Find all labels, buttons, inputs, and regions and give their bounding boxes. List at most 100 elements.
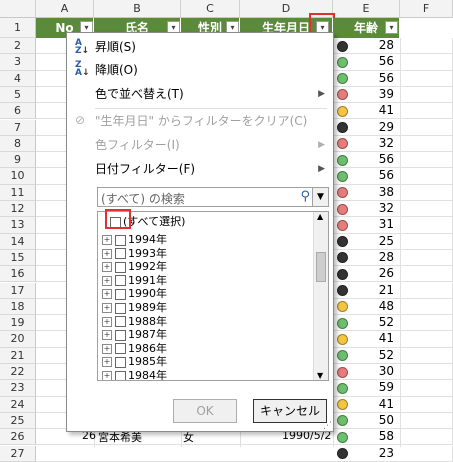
expand-icon[interactable]: +	[102, 248, 112, 259]
age-cell: 56	[378, 54, 394, 69]
status-dot-icon	[337, 317, 348, 329]
sort-ascending-icon: A Z↓	[75, 38, 90, 56]
row-header[interactable]: 11	[0, 184, 36, 201]
row-header[interactable]: 2	[0, 38, 36, 55]
row-header[interactable]: 19	[0, 315, 36, 332]
menu-date-filter[interactable]: 日付フィルター(F) ▶	[95, 159, 325, 179]
search-dropdown-button[interactable]: ▼	[312, 188, 328, 206]
expand-icon[interactable]: +	[102, 343, 112, 354]
filter-search-box[interactable]: (すべて) の検索 ⚲ ▼	[97, 187, 329, 207]
column-header-a[interactable]: A	[36, 0, 94, 18]
menu-separator	[95, 108, 327, 109]
row-header[interactable]: 7	[0, 119, 36, 136]
menu-sort-descending[interactable]: 降順(O)	[95, 60, 325, 80]
row-header[interactable]: 14	[0, 233, 36, 250]
status-dot-icon	[337, 154, 348, 166]
age-cell: 48	[378, 298, 394, 313]
status-dot-icon	[337, 40, 348, 52]
expand-icon[interactable]: +	[102, 330, 112, 341]
expand-icon[interactable]: +	[102, 357, 112, 368]
expand-icon[interactable]: +	[102, 275, 112, 286]
submenu-arrow-icon: ▶	[318, 164, 325, 174]
expand-icon[interactable]: +	[102, 303, 112, 313]
row-header[interactable]: 6	[0, 103, 36, 120]
row-header[interactable]: 26	[0, 429, 36, 446]
row-header[interactable]: 4	[0, 70, 36, 87]
checkbox[interactable]	[115, 329, 126, 341]
row-header[interactable]: 8	[0, 135, 36, 153]
checkbox[interactable]	[115, 288, 126, 300]
row-header[interactable]: 10	[0, 168, 36, 185]
row-header[interactable]: 9	[0, 152, 36, 169]
row-header[interactable]: 12	[0, 201, 36, 218]
age-cell: 31	[378, 217, 394, 232]
filter-button-age[interactable]: ▾	[385, 21, 398, 34]
select-all-corner[interactable]	[0, 0, 36, 18]
checkbox[interactable]	[115, 370, 126, 380]
age-cell: 28	[378, 38, 394, 52]
age-cell: 41	[378, 396, 394, 411]
row-header[interactable]: 25	[0, 412, 36, 430]
checkbox[interactable]	[115, 234, 126, 246]
row-header[interactable]: 18	[0, 298, 36, 316]
column-header-e[interactable]: E	[333, 0, 400, 18]
expand-icon[interactable]: +	[102, 371, 112, 380]
scroll-up-icon[interactable]: ▲	[317, 212, 323, 221]
age-cell: 41	[378, 103, 394, 118]
tree-scrollbar[interactable]: ▲ ▼	[313, 212, 328, 380]
expand-icon[interactable]: +	[102, 235, 112, 245]
select-all-highlight	[105, 209, 131, 229]
column-header-c[interactable]: C	[181, 0, 240, 18]
row-header[interactable]: 3	[0, 54, 36, 71]
age-cell: 29	[378, 119, 394, 134]
checkbox[interactable]	[115, 275, 126, 287]
expand-icon[interactable]: +	[102, 316, 112, 327]
age-cell: 38	[378, 184, 394, 199]
status-dot-icon	[337, 56, 348, 68]
row-header[interactable]: 17	[0, 282, 36, 299]
menu-color-filter[interactable]: 色フィルター(I) ▶	[95, 135, 325, 155]
row-header[interactable]: 27	[0, 445, 36, 462]
status-dot-icon	[337, 366, 348, 378]
tree-item-year[interactable]: +1984年	[102, 368, 167, 380]
checkbox[interactable]	[115, 248, 126, 260]
age-cell: 21	[378, 282, 394, 297]
menu-sort-ascending[interactable]: 昇順(S)	[95, 37, 325, 57]
status-dot-icon	[337, 170, 348, 182]
ok-button[interactable]: OK	[173, 399, 237, 423]
submenu-arrow-icon: ▶	[318, 89, 325, 99]
expand-icon[interactable]: +	[102, 262, 112, 273]
column-header-f[interactable]: F	[400, 0, 453, 18]
row-header[interactable]: 23	[0, 380, 36, 397]
row-header[interactable]: 21	[0, 347, 36, 364]
column-header-b[interactable]: B	[94, 0, 181, 18]
checkbox[interactable]	[115, 261, 126, 273]
menu-sort-by-color[interactable]: 色で並べ替え(T) ▶	[95, 84, 325, 104]
menu-clear-filter[interactable]: "生年月日" からフィルターをクリア(C)	[95, 111, 325, 131]
checkbox[interactable]	[115, 343, 126, 355]
status-dot-icon	[337, 122, 348, 133]
checkbox[interactable]	[115, 302, 126, 314]
row-header[interactable]: 15	[0, 249, 36, 267]
checkbox[interactable]	[115, 356, 126, 368]
search-placeholder: (すべて) の検索	[101, 192, 185, 206]
status-dot-icon	[337, 448, 348, 459]
age-cell: 59	[378, 380, 394, 395]
column-gridline	[400, 38, 401, 447]
row-header[interactable]: 24	[0, 396, 36, 413]
status-dot-icon	[337, 268, 348, 280]
row-header[interactable]: 13	[0, 217, 36, 234]
row-header[interactable]: 22	[0, 364, 36, 381]
row-header[interactable]: 20	[0, 331, 36, 348]
expand-icon[interactable]: +	[102, 289, 112, 300]
scroll-down-icon[interactable]: ▼	[317, 371, 323, 380]
submenu-arrow-icon: ▶	[318, 140, 325, 150]
scroll-thumb[interactable]	[316, 252, 326, 282]
row-header[interactable]: 1	[0, 18, 36, 38]
cancel-button[interactable]: キャンセル	[253, 399, 327, 423]
age-cell: 32	[378, 201, 394, 215]
row-header[interactable]: 16	[0, 266, 36, 283]
checkbox[interactable]	[115, 316, 126, 328]
row-header[interactable]: 5	[0, 86, 36, 104]
resize-grip-icon[interactable]: ⋰	[323, 421, 332, 431]
